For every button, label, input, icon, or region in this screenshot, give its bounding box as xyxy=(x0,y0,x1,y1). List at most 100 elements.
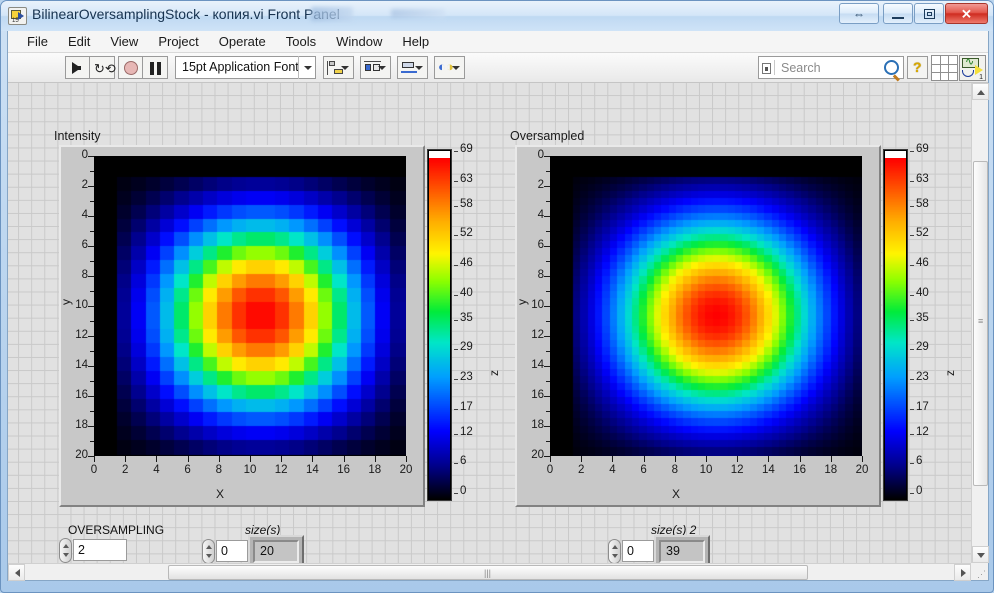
x-tick-label: 18 xyxy=(368,464,382,476)
scroll-grip-icon: ≡ xyxy=(978,316,984,326)
menu-view[interactable]: View xyxy=(100,32,148,51)
colorbar-2[interactable] xyxy=(883,149,908,501)
scroll-left-button[interactable] xyxy=(8,564,25,581)
menu-operate[interactable]: Operate xyxy=(209,32,276,51)
run-button[interactable] xyxy=(65,56,90,79)
align-objects-button[interactable] xyxy=(323,56,354,79)
context-help-button[interactable]: ? xyxy=(907,56,928,79)
x-tick-label: 16 xyxy=(337,464,350,476)
magnifier-icon[interactable] xyxy=(884,60,899,75)
y-tick xyxy=(544,216,550,217)
colorbar-tick-label: 69 xyxy=(916,143,929,155)
horizontal-scroll-thumb[interactable]: ||| xyxy=(168,565,808,580)
colorbar-tick xyxy=(910,408,914,410)
resize-objects-button[interactable] xyxy=(397,56,428,79)
intensity-graph-intensity[interactable]: y X 0 2 4 6 8 10 12 14 16 18 20 0 2 4 6 8 10 12 14 16 18 20 xyxy=(59,145,425,507)
reorder-objects-button[interactable]: ◐◑ xyxy=(434,56,465,79)
chevron-left-icon xyxy=(15,569,20,577)
menu-edit[interactable]: Edit xyxy=(58,32,100,51)
y-tick xyxy=(88,306,94,307)
labview-window: 15 BilinearOversamplingStock - копия.vi … xyxy=(0,0,994,593)
sizes-1-index-input[interactable]: 0 xyxy=(216,540,248,562)
increment-icon[interactable] xyxy=(612,545,618,549)
font-selector[interactable]: 15pt Application Font xyxy=(175,56,316,79)
y-tick xyxy=(88,336,94,337)
distribute-objects-button[interactable] xyxy=(360,56,391,79)
menu-help[interactable]: Help xyxy=(392,32,439,51)
x-tick xyxy=(94,456,95,462)
oversampling-spinner[interactable] xyxy=(59,538,72,563)
menu-project[interactable]: Project xyxy=(148,32,208,51)
font-selector-dropdown[interactable] xyxy=(298,56,316,79)
graph-title-intensity: Intensity xyxy=(54,129,101,143)
menu-bar: File Edit View Project Operate Tools Win… xyxy=(8,31,988,53)
intensity-plot-canvas-2[interactable] xyxy=(550,156,862,456)
y-tick-label: 4 xyxy=(81,209,88,221)
decrement-icon[interactable] xyxy=(612,554,618,558)
colorbar-tick-label: 52 xyxy=(916,227,929,240)
sizes-1-array[interactable]: 20 20 xyxy=(248,535,304,563)
sizes-2-array[interactable]: 39 39 xyxy=(654,535,710,563)
scroll-grip-icon: ||| xyxy=(484,568,492,578)
chevron-down-icon xyxy=(415,65,423,70)
x-tick xyxy=(250,456,251,462)
x-tick xyxy=(125,456,127,462)
scroll-up-button[interactable] xyxy=(972,83,989,100)
vi-icon[interactable]: 1 xyxy=(959,55,986,81)
sizes-2-index-spinner[interactable] xyxy=(608,539,621,563)
increment-icon[interactable] xyxy=(63,544,69,548)
chevron-down-icon xyxy=(341,65,349,70)
x-tick xyxy=(612,456,614,462)
horizontal-scrollbar[interactable]: ||| xyxy=(8,563,971,581)
y-minor-tick xyxy=(90,171,94,172)
resize-corner xyxy=(971,563,988,580)
colorbar-tick-label: 17 xyxy=(916,400,929,413)
search-box[interactable] xyxy=(758,56,904,79)
menu-window[interactable]: Window xyxy=(326,32,392,51)
scroll-right-button[interactable] xyxy=(954,564,971,581)
y-tick xyxy=(88,426,94,427)
colorbar-1[interactable] xyxy=(427,149,452,501)
menu-tools[interactable]: Tools xyxy=(276,32,326,51)
restore-size-button[interactable]: ⇔ xyxy=(839,3,879,24)
graph-title-oversampled: Oversampled xyxy=(510,129,585,143)
minimize-button[interactable] xyxy=(883,3,913,24)
intensity-plot-canvas-1[interactable] xyxy=(94,156,406,456)
y-minor-tick xyxy=(90,381,94,382)
increment-icon[interactable] xyxy=(206,545,212,549)
sizes-2-cell-0[interactable]: 39 xyxy=(659,540,705,563)
search-input[interactable] xyxy=(779,57,879,78)
y-minor-tick xyxy=(90,441,94,442)
divider xyxy=(774,60,775,75)
pause-button[interactable] xyxy=(143,56,168,79)
vertical-scroll-thumb[interactable]: ≡ xyxy=(973,161,988,486)
x-tick-label: 16 xyxy=(793,464,806,476)
close-button[interactable]: ✕ xyxy=(945,3,988,24)
vertical-scrollbar[interactable]: ≡ xyxy=(971,83,989,563)
sizes-1-index-spinner[interactable] xyxy=(202,539,215,563)
intensity-graph-oversampled[interactable]: y X 0 2 4 6 8 10 12 14 16 18 20 0 2 4 6 8 10 12 14 16 18 20 xyxy=(515,145,881,507)
y-tick-label: 14 xyxy=(75,359,88,371)
oversampling-label: OVERSAMPLING xyxy=(68,523,165,537)
y-tick-label: 6 xyxy=(81,239,88,251)
abort-execution-button[interactable] xyxy=(118,56,143,79)
colorbar-tick-label: 52 xyxy=(460,227,473,240)
connector-pane-icon[interactable] xyxy=(931,55,958,81)
y-minor-tick xyxy=(90,231,94,232)
decrement-icon[interactable] xyxy=(63,553,69,557)
run-continuously-button[interactable]: ↻⟲ xyxy=(90,56,116,79)
maximize-button[interactable] xyxy=(914,3,944,24)
x-tick-label: 4 xyxy=(609,464,616,476)
colorbar-tick xyxy=(454,433,458,435)
sizes-1-cell-0[interactable]: 20 xyxy=(253,540,299,563)
menu-file[interactable]: File xyxy=(17,32,58,51)
search-pin-icon[interactable] xyxy=(762,63,771,74)
oversampling-input[interactable]: 2 xyxy=(73,539,127,561)
decrement-icon[interactable] xyxy=(206,554,212,558)
question-mark-icon: ? xyxy=(913,59,922,75)
x-tick xyxy=(312,456,314,462)
x-tick-label: 20 xyxy=(399,464,413,476)
sizes-2-index-input[interactable]: 0 xyxy=(622,540,654,562)
colorbar-tick-label: 40 xyxy=(460,286,473,299)
scroll-down-button[interactable] xyxy=(972,546,989,563)
